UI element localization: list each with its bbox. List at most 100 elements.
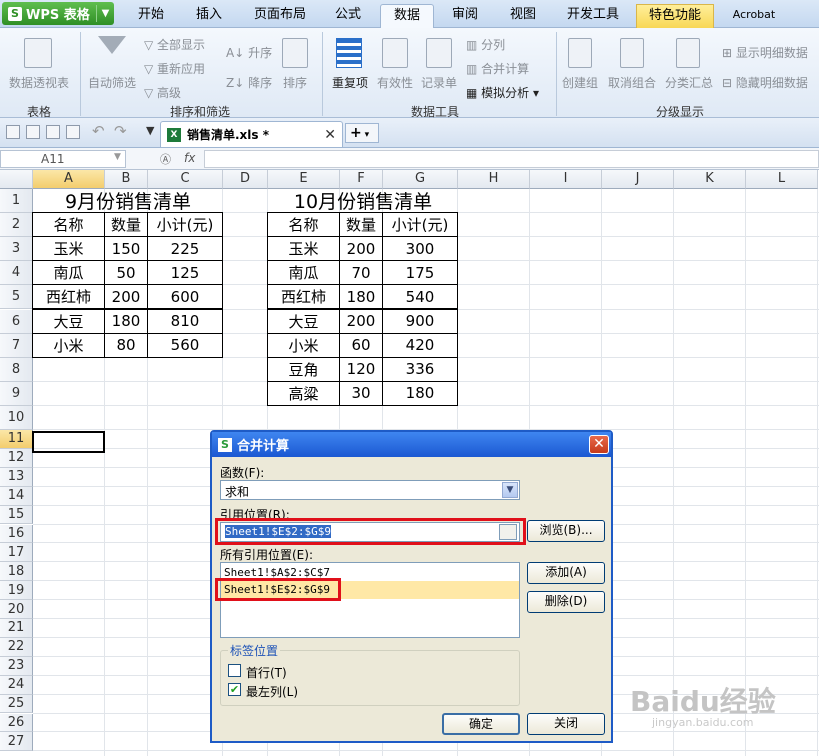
function-select[interactable]: 求和 (220, 480, 520, 500)
wps-app-button[interactable]: S WPS 表格 ▼ (2, 2, 114, 25)
formula-input[interactable] (204, 150, 819, 168)
row-header[interactable]: 23 (0, 656, 33, 676)
chevron-down-icon[interactable]: ▼ (502, 482, 518, 498)
table-cell[interactable]: 125 (147, 260, 223, 286)
row-header[interactable]: 9 (0, 381, 33, 406)
row-header[interactable]: 20 (0, 600, 33, 619)
tab-view[interactable]: 视图 (500, 4, 546, 28)
column-header[interactable]: H (458, 170, 530, 189)
table-cell[interactable]: 玉米 (32, 236, 105, 262)
row-header[interactable]: 10 (0, 405, 33, 430)
chevron-down-icon[interactable]: ▼ (96, 5, 114, 22)
close-icon[interactable]: ✕ (589, 435, 609, 454)
add-button[interactable]: 添加(A) (527, 562, 605, 584)
show-detail-button[interactable]: ⊞ 显示明细数据 (722, 44, 818, 61)
tab-developer[interactable]: 开发工具 (559, 4, 627, 28)
create-group-button[interactable]: 创建组 (558, 74, 602, 91)
tab-home[interactable]: 开始 (128, 4, 174, 28)
row-header[interactable]: 25 (0, 694, 33, 714)
table-cell[interactable]: 420 (382, 332, 458, 358)
customize-icon[interactable]: ▼ (146, 124, 154, 137)
column-header[interactable]: G (383, 170, 458, 189)
document-tab[interactable]: X 销售清单.xls * ✕ (160, 121, 343, 147)
table-cell[interactable]: 200 (339, 308, 383, 334)
column-header[interactable]: K (674, 170, 746, 189)
tab-acrobat[interactable]: Acrobat (724, 4, 784, 28)
table-cell[interactable]: 200 (339, 236, 383, 262)
column-header[interactable]: J (602, 170, 674, 189)
select-all-corner[interactable] (0, 170, 33, 189)
tab-insert[interactable]: 插入 (186, 4, 232, 28)
table-header-cell[interactable]: 小计(元) (382, 212, 458, 238)
table-cell[interactable]: 南瓜 (267, 260, 340, 286)
tab-review[interactable]: 审阅 (442, 4, 488, 28)
name-box[interactable]: A11 (0, 150, 126, 168)
row-header[interactable]: 4 (0, 261, 33, 286)
table-cell[interactable]: 225 (147, 236, 223, 262)
row-header[interactable]: 24 (0, 675, 33, 695)
ungroup-button[interactable]: 取消组合 (604, 74, 660, 91)
redo-icon[interactable]: ↷ (114, 122, 127, 140)
show-all-button[interactable]: ▽ 全部显示 (144, 36, 216, 53)
table-cell[interactable]: 大豆 (32, 308, 105, 334)
column-header[interactable]: F (340, 170, 383, 189)
tab-special[interactable]: 特色功能 (636, 4, 714, 28)
browse-button[interactable]: 浏览(B)... (527, 520, 605, 542)
print-icon[interactable] (46, 125, 60, 139)
table-cell[interactable]: 50 (104, 260, 148, 286)
row-header[interactable]: 17 (0, 543, 33, 563)
subtotal-button[interactable]: 分类汇总 (662, 74, 716, 91)
row-header[interactable]: 26 (0, 713, 33, 733)
chevron-down-icon[interactable]: ▼ (114, 152, 121, 162)
column-header[interactable]: E (268, 170, 340, 189)
row-header[interactable]: 27 (0, 732, 33, 752)
table-header-cell[interactable]: 数量 (339, 212, 383, 238)
table-cell[interactable]: 70 (339, 260, 383, 286)
table-cell[interactable]: 玉米 (267, 236, 340, 262)
table-cell[interactable]: 200 (104, 284, 148, 310)
column-header[interactable]: D (223, 170, 268, 189)
text-to-columns-button[interactable]: ▥ 分列 (466, 36, 536, 53)
row-header[interactable]: 1 (0, 189, 33, 214)
close-button[interactable]: 关闭 (527, 713, 605, 735)
table-cell[interactable]: 175 (382, 260, 458, 286)
left-column-checkbox[interactable]: ✔ (228, 683, 241, 696)
row-header[interactable]: 8 (0, 357, 33, 382)
table-header-cell[interactable]: 小计(元) (147, 212, 223, 238)
table-cell[interactable]: 南瓜 (32, 260, 105, 286)
open-icon[interactable] (6, 125, 20, 139)
table-header-cell[interactable]: 名称 (32, 212, 105, 238)
row-header[interactable]: 3 (0, 237, 33, 262)
column-header[interactable]: C (148, 170, 223, 189)
cancel-icon[interactable]: Ⓐ (160, 151, 171, 167)
what-if-button[interactable]: ▦ 模拟分析 ▾ (466, 84, 550, 101)
table-cell[interactable]: 900 (382, 308, 458, 334)
row-header[interactable]: 15 (0, 505, 33, 525)
table-cell[interactable]: 豆角 (267, 356, 340, 382)
table-cell[interactable]: 180 (382, 380, 458, 406)
active-cell[interactable] (32, 431, 105, 453)
table-cell[interactable]: 150 (104, 236, 148, 262)
table-header-cell[interactable]: 数量 (104, 212, 148, 238)
table-cell[interactable]: 小米 (267, 332, 340, 358)
row-header[interactable]: 19 (0, 581, 33, 601)
row-header[interactable]: 14 (0, 486, 33, 506)
chevron-down-icon[interactable]: ▾ (362, 130, 370, 140)
hide-detail-button[interactable]: ⊟ 隐藏明细数据 (722, 74, 818, 91)
row-header[interactable]: 11 (0, 430, 33, 449)
print-preview-icon[interactable] (66, 125, 80, 139)
row-header[interactable]: 6 (0, 309, 33, 334)
table-cell[interactable]: 540 (382, 284, 458, 310)
table-cell[interactable]: 300 (382, 236, 458, 262)
consolidate-button[interactable]: ▥ 合并计算 (466, 60, 536, 77)
sort-asc-button[interactable]: A↓ 升序 (226, 44, 274, 61)
row-header[interactable]: 7 (0, 333, 33, 358)
column-header[interactable]: L (746, 170, 818, 189)
table-cell[interactable]: 180 (339, 284, 383, 310)
table-cell[interactable]: 西红柿 (32, 284, 105, 310)
row-header[interactable]: 12 (0, 448, 33, 468)
table-header-cell[interactable]: 名称 (267, 212, 340, 238)
column-header[interactable]: I (530, 170, 602, 189)
dialog-title-bar[interactable]: S 合并计算 (212, 432, 611, 457)
table-cell[interactable]: 560 (147, 332, 223, 358)
